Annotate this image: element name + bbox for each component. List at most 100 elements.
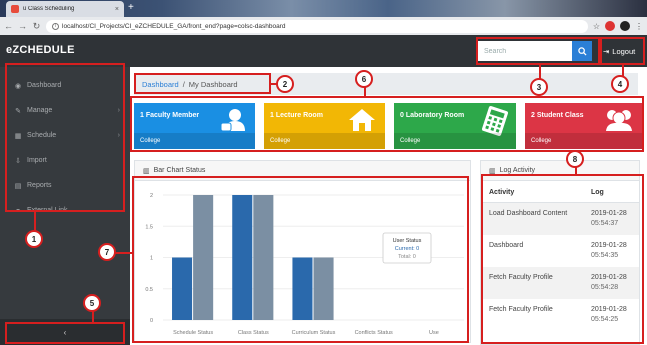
- app-brand[interactable]: eZCHEDULE: [6, 44, 75, 56]
- sidebar-item-manage[interactable]: ✎ Manage ›: [0, 98, 130, 123]
- new-tab-icon[interactable]: +: [128, 3, 138, 13]
- log-activity-cell: Fetch Faculty Profile: [481, 267, 583, 299]
- import-icon: ⇩: [15, 157, 21, 165]
- sidebar-item-label: Reports: [27, 182, 52, 189]
- summary-cards: 1 Faculty Member College 1 Lecture Room: [130, 97, 647, 153]
- sidebar-item-label: External Link: [27, 207, 68, 214]
- bar-chart: 0 0.5 1 1.5 2 Schedule Status Class Status Curr…: [145, 193, 464, 336]
- browser-tab[interactable]: ü Class Scheduling ×: [6, 1, 124, 17]
- logout-icon: ⇥: [603, 47, 610, 56]
- sidebar-item-external-link[interactable]: ⚭ External Link: [0, 198, 130, 223]
- log-table-header-row: Activity Log: [481, 181, 639, 203]
- table-row: Fetch Faculty Profile 2019-01-28 05:54:25: [481, 299, 639, 331]
- sidebar-item-label: Manage: [27, 107, 53, 114]
- card-footer: College: [264, 133, 385, 149]
- browser-address-bar: ← → ↻ i localhost/CI_Projects/CI_eZCHEDU…: [0, 17, 647, 35]
- bar: [232, 195, 253, 320]
- sidebar-item-label: Import: [27, 157, 47, 164]
- star-icon[interactable]: ☆: [593, 22, 600, 31]
- tooltip-title: User Status: [393, 238, 422, 244]
- bar: [193, 195, 214, 320]
- sidebar-item-dashboard[interactable]: ◉ Dashboard: [0, 73, 130, 98]
- forward-icon[interactable]: →: [18, 21, 27, 31]
- log-time-cell: 2019-01-28 05:54:25: [590, 306, 627, 323]
- log-panel-header: ▥ Log Activity: [481, 161, 639, 181]
- search-form: [478, 41, 596, 63]
- extension-icon[interactable]: [605, 21, 615, 31]
- bar: [292, 257, 313, 320]
- house-icon: [349, 109, 375, 131]
- sidebar-item-schedule[interactable]: ▦ Schedule ›: [0, 123, 130, 148]
- search-input[interactable]: [478, 41, 572, 61]
- x-tick-label: Conflicts Status: [355, 330, 393, 336]
- chart-panel: ▥ Bar Chart Status 0 0.5 1 1.5 2 Schedule Sta…: [134, 160, 471, 343]
- profile-avatar[interactable]: [620, 21, 630, 31]
- card-title: 2 Student Class: [531, 112, 584, 119]
- breadcrumb-separator: /: [182, 79, 185, 89]
- column-header-activity: Activity: [481, 181, 583, 203]
- bar: [172, 257, 193, 320]
- y-tick-label: 2: [150, 193, 153, 199]
- screen: ü Class Scheduling × + ← → ↻ i localhost…: [0, 0, 647, 345]
- breadcrumb: Dashboard / My Dashboard: [134, 73, 638, 95]
- y-tick-label: 1: [150, 256, 153, 262]
- card-title: 1 Lecture Room: [270, 112, 323, 119]
- log-table: Activity Log Load Dashboard Content 2019…: [481, 181, 639, 331]
- sidebar-item-reports[interactable]: ▤ Reports: [0, 173, 130, 198]
- dashboard-icon: ◉: [14, 82, 22, 90]
- sidebar-collapse-button[interactable]: ‹: [0, 319, 130, 345]
- sidebar: ◉ Dashboard ✎ Manage › ▦ Schedule › ⇩ Im…: [0, 67, 130, 345]
- tooltip-line: Current: 0: [395, 246, 419, 252]
- url-field[interactable]: i localhost/CI_Projects/CI_eZCHEDULE_GA/…: [46, 19, 588, 33]
- card-title: 1 Faculty Member: [140, 112, 200, 119]
- breadcrumb-home-link[interactable]: Dashboard: [142, 80, 179, 89]
- y-tick-label: 0.5: [145, 287, 153, 293]
- table-row: Load Dashboard Content 2019-01-28 05:54:3…: [481, 202, 639, 235]
- bar: [313, 257, 334, 320]
- link-icon: ⚭: [15, 207, 21, 215]
- bar-chart-icon: ▥: [489, 167, 496, 175]
- chevron-right-icon: ›: [117, 132, 120, 139]
- y-tick-label: 0: [150, 318, 153, 324]
- card-lecture-room[interactable]: 1 Lecture Room College: [264, 103, 385, 149]
- card-footer: College: [394, 133, 516, 149]
- log-activity-cell: Fetch Faculty Profile: [489, 306, 553, 313]
- search-button[interactable]: [572, 41, 592, 61]
- tab-close-icon[interactable]: ×: [115, 6, 119, 13]
- table-row: Dashboard 2019-01-28 05:54:35: [481, 235, 639, 267]
- print-icon: ▤: [14, 182, 22, 190]
- reload-icon[interactable]: ↻: [32, 21, 41, 32]
- bar-chart-icon: ▥: [143, 167, 150, 175]
- browser-tab-title: ü Class Scheduling: [23, 6, 75, 12]
- card-laboratory-room[interactable]: 0 Laboratory Room College: [394, 103, 516, 149]
- card-faculty-member[interactable]: 1 Faculty Member College: [134, 103, 255, 149]
- log-activity-cell: Load Dashboard Content: [481, 202, 583, 235]
- log-time-cell: 2019-01-28 05:54:28: [582, 267, 639, 299]
- wrench-icon: ✎: [15, 107, 21, 115]
- students-icon: [606, 110, 632, 131]
- sidebar-item-label: Schedule: [27, 132, 57, 139]
- url-text: localhost/CI_Projects/CI_eZCHEDULE_GA/fr…: [62, 22, 286, 30]
- back-icon[interactable]: ←: [4, 21, 13, 31]
- app-header: eZCHEDULE ⇥ Logout: [0, 35, 647, 67]
- sidebar-item-label: Dashboard: [27, 82, 62, 89]
- breadcrumb-current: My Dashboard: [188, 79, 238, 89]
- logout-label: Logout: [612, 47, 636, 56]
- log-panel-title: Log Activity: [499, 167, 536, 174]
- favicon-icon: [11, 5, 19, 13]
- log-time-cell: 2019-01-28 05:54:35: [590, 242, 627, 259]
- card-student-class[interactable]: 2 Student Class College: [525, 103, 643, 149]
- y-tick-label: 1.5: [145, 224, 153, 230]
- log-time-cell: 2019-01-28 05:54:37: [582, 202, 639, 235]
- sidebar-item-import[interactable]: ⇩ Import: [0, 148, 130, 173]
- browser-tab-strip: ü Class Scheduling × +: [0, 0, 647, 17]
- calendar-icon: ▦: [14, 132, 22, 140]
- main-content: Dashboard / My Dashboard 1 Faculty Membe…: [130, 67, 647, 345]
- x-tick-label: Use: [429, 330, 439, 336]
- log-activity-panel: ▥ Log Activity Activity Log Load Dashboa…: [480, 160, 640, 345]
- menu-icon[interactable]: ⋮: [635, 22, 643, 31]
- logout-button[interactable]: ⇥ Logout: [603, 47, 635, 56]
- info-icon[interactable]: i: [52, 22, 59, 30]
- tooltip-line: Total: 0: [398, 254, 416, 260]
- x-tick-label: Schedule Status: [173, 330, 213, 336]
